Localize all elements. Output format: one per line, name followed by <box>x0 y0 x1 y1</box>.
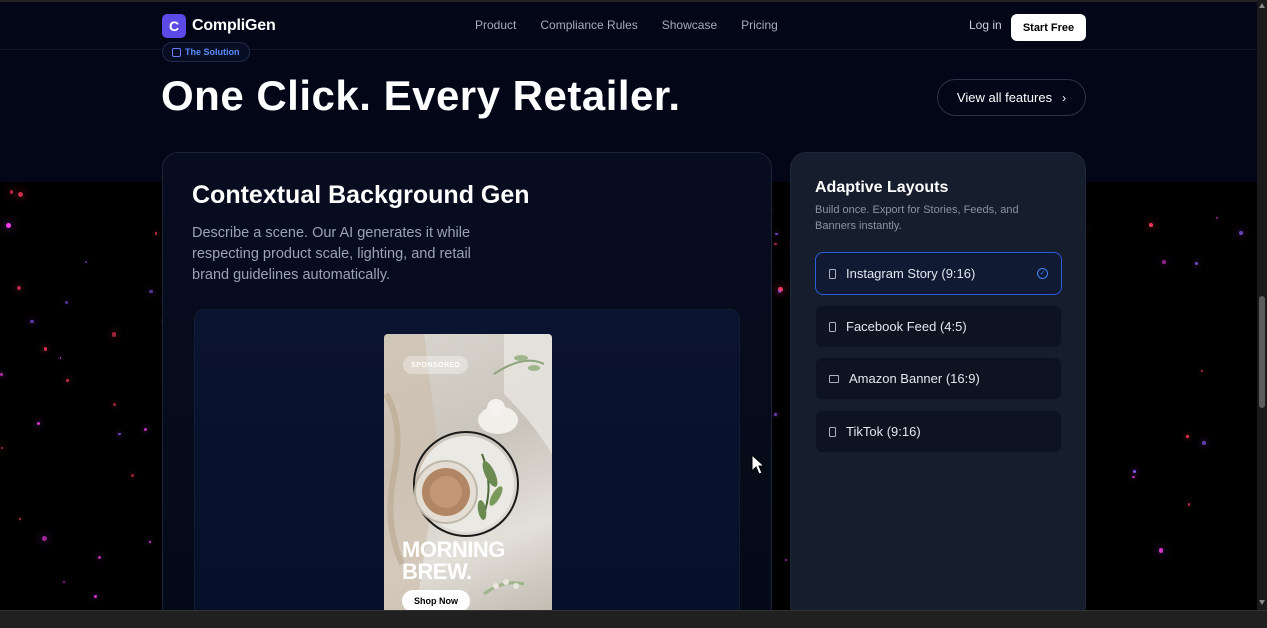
phone-icon <box>829 321 836 332</box>
mouse-cursor-icon <box>751 454 765 475</box>
feature-card-description: Describe a scene. Our AI generates it wh… <box>192 225 471 283</box>
ad-headline-line-1: MORNING <box>402 537 505 562</box>
scroll-up-arrow-icon[interactable] <box>1259 3 1265 8</box>
scroll-down-arrow-icon[interactable] <box>1259 600 1265 605</box>
view-all-features-button[interactable]: View all features › <box>937 79 1086 116</box>
particle-dot <box>42 536 47 541</box>
particle-dot <box>94 595 98 599</box>
layout-option-facebook-feed[interactable]: Facebook Feed (4:5) <box>815 305 1062 348</box>
badge-label: The Solution <box>185 47 240 57</box>
particle-dot <box>774 242 777 245</box>
particle-dot <box>9 189 14 194</box>
page-title: One Click. Every Retailer. <box>161 72 681 119</box>
particle-dot <box>98 555 102 559</box>
particle-dot <box>1133 470 1137 474</box>
feature-card-title: Contextual Background Gen <box>192 181 530 209</box>
window-bottom-bar <box>0 610 1267 628</box>
particle-dot <box>59 357 62 360</box>
particle-dot <box>65 378 70 383</box>
particle-dot <box>43 347 48 351</box>
particle-dot <box>1200 369 1204 373</box>
features-button-label: View all features <box>956 90 1053 105</box>
particle-dot <box>65 300 69 305</box>
layout-option-instagram-story[interactable]: Instagram Story (9:16) ✓ <box>815 252 1062 295</box>
chevron-right-icon: › <box>1062 90 1067 105</box>
brand-name: CompliGen <box>192 17 276 34</box>
particle-dot <box>774 413 777 416</box>
shop-now-button[interactable]: Shop Now <box>402 590 470 612</box>
ad-preview-panel: SPONSORED MORNING BREW. Shop Now <box>194 309 740 621</box>
scrollbar-thumb[interactable] <box>1259 296 1265 408</box>
particle-dot <box>36 421 40 425</box>
particle-dot <box>1132 475 1136 479</box>
particle-dot <box>6 222 12 228</box>
adaptive-layouts-description: Build once. Export for Stories, Feeds, a… <box>815 204 1019 232</box>
phone-icon <box>829 426 836 437</box>
ad-headline: MORNING BREW. <box>402 539 505 583</box>
start-free-button[interactable]: Start Free <box>1011 14 1086 41</box>
feature-card-background-gen: Contextual Background Gen Describe a sce… <box>162 152 772 622</box>
particle-dot <box>1148 223 1153 227</box>
logo[interactable]: C CompliGen <box>162 14 276 38</box>
layout-option-amazon-banner[interactable]: Amazon Banner (16:9) <box>815 357 1062 400</box>
particle-dot <box>118 432 121 435</box>
particle-dot <box>149 541 152 544</box>
layout-option-label: Facebook Feed (4:5) <box>846 319 967 334</box>
layout-option-tiktok[interactable]: TikTok (9:16) <box>815 410 1062 453</box>
particle-dot <box>1158 547 1164 553</box>
particle-dot <box>1239 230 1244 235</box>
particle-dot <box>130 474 134 477</box>
nav-link-pricing[interactable]: Pricing <box>741 18 778 32</box>
particle-dot <box>85 261 88 263</box>
ad-preview: SPONSORED MORNING BREW. Shop Now <box>384 334 552 621</box>
particle-dot <box>1202 440 1207 445</box>
nav-links: Product Compliance Rules Showcase Pricin… <box>475 18 778 32</box>
layout-option-label: Instagram Story (9:16) <box>846 266 976 281</box>
nav-link-compliance-rules[interactable]: Compliance Rules <box>540 18 637 32</box>
particle-dot <box>17 191 23 197</box>
layers-icon <box>172 47 181 57</box>
nav-link-product[interactable]: Product <box>475 18 516 32</box>
particle-dot <box>784 558 788 562</box>
particle-dot <box>62 581 65 584</box>
particle-dot <box>19 518 21 521</box>
particle-dot <box>0 373 3 376</box>
particle-dot <box>1187 503 1191 506</box>
phone-icon <box>829 268 836 279</box>
login-link[interactable]: Log in <box>969 18 1002 32</box>
particle-dot <box>154 231 158 235</box>
sponsored-tag: SPONSORED <box>403 356 469 374</box>
page: C CompliGen Product Compliance Rules Sho… <box>0 0 1257 628</box>
layout-option-label: Amazon Banner (16:9) <box>849 371 980 386</box>
logo-mark: C <box>162 14 186 38</box>
particle-dot <box>30 319 34 323</box>
adaptive-layouts-title: Adaptive Layouts <box>815 179 949 196</box>
ad-headline-line-2: BREW. <box>402 559 472 584</box>
particle-dot <box>143 428 147 432</box>
particle-dot <box>16 286 21 291</box>
section-badge: The Solution <box>162 42 250 62</box>
layout-option-label: TikTok (9:16) <box>846 424 921 439</box>
particle-dot <box>778 290 781 294</box>
particle-dot <box>148 289 153 294</box>
particle-dot <box>111 331 117 337</box>
particle-dot <box>1186 435 1189 438</box>
particle-dot <box>1215 217 1218 220</box>
adaptive-layouts-card: Adaptive Layouts Build once. Export for … <box>790 152 1086 622</box>
check-circle-icon: ✓ <box>1037 268 1048 279</box>
monitor-icon <box>829 374 839 383</box>
particle-dot <box>775 232 778 236</box>
particle-dot <box>1161 260 1166 265</box>
particle-dot <box>1194 262 1198 266</box>
nav-link-showcase[interactable]: Showcase <box>662 18 717 32</box>
particle-dot <box>1 447 4 450</box>
particle-dot <box>113 402 116 406</box>
